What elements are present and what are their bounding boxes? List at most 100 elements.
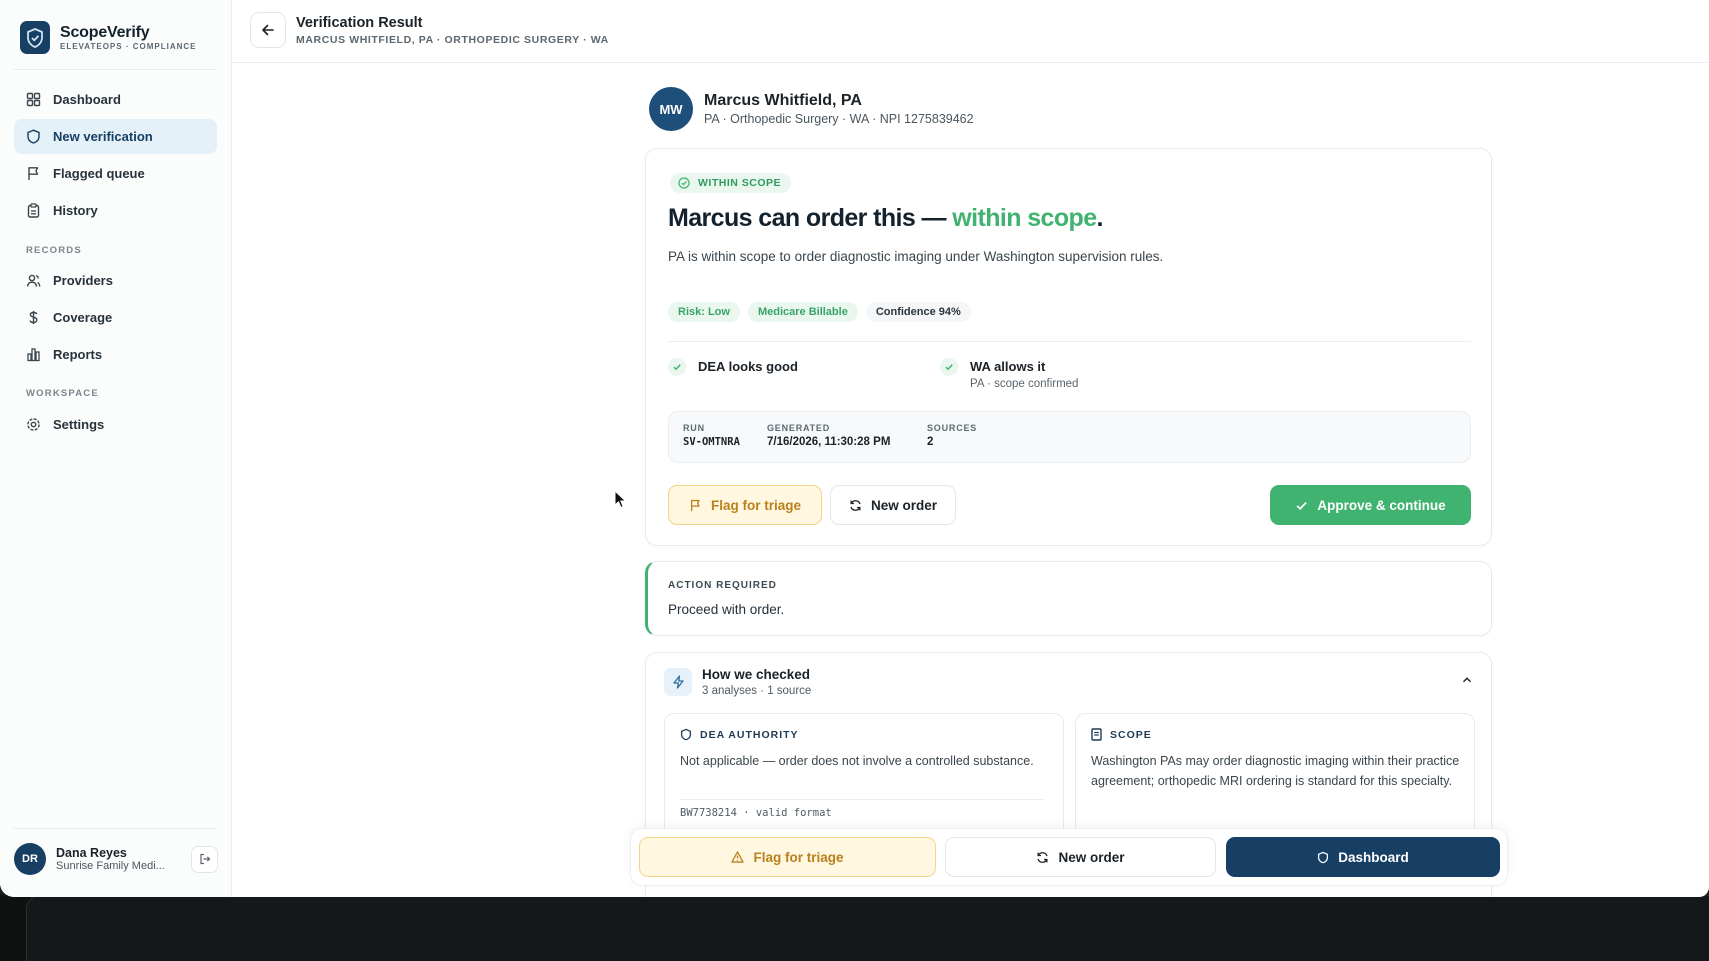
nav-label: Flagged queue [53, 166, 145, 181]
chevron-up-icon [1463, 677, 1471, 683]
button-label: New order [870, 497, 938, 513]
flag-icon [28, 167, 39, 180]
result-title: Marcus can order this — within scope. [668, 204, 1104, 233]
nav-item-flagged-queue[interactable]: Flagged queue [14, 156, 217, 191]
bottom-action-bar: Flag for triage New order Dashboard [630, 828, 1508, 886]
title-prefix: Marcus can order this — [668, 204, 953, 232]
grid-icon [26, 92, 41, 107]
result-pills: Risk: Low Medicare Billable Confidence 9… [668, 302, 979, 322]
button-label: Approve & continue [1317, 497, 1446, 513]
panel-label: SCOPE [1110, 728, 1152, 741]
user-profile[interactable]: DR Dana Reyes Sunrise Family Medi... [14, 842, 218, 876]
check-icon [668, 358, 686, 376]
run-metadata: RUN SV-OMTNRA GENERATED 7/16/2026, 11:30… [668, 411, 1471, 463]
lightning-icon [664, 668, 692, 696]
check-icon [940, 358, 958, 376]
check-title: DEA looks good [698, 359, 798, 374]
risk-pill: Risk: Low [668, 302, 740, 322]
nav-label: Settings [53, 417, 105, 432]
action-text: Proceed with order. [668, 602, 785, 617]
back-button[interactable] [250, 12, 286, 48]
user-name: Dana Reyes [56, 846, 127, 860]
bar-chart-icon [27, 348, 40, 362]
warning-icon [731, 851, 745, 863]
billable-pill: Medicare Billable [747, 302, 858, 322]
button-label: Dashboard [1338, 849, 1409, 865]
action-required-card: ACTION REQUIRED Proceed with order. [645, 561, 1492, 636]
arrow-left-icon [262, 24, 274, 36]
nav-label: Reports [53, 347, 103, 362]
panel-label: DEA AUTHORITY [700, 728, 799, 741]
panel-body: Washington PAs may order diagnostic imag… [1091, 754, 1460, 788]
nav-item-history[interactable]: History [14, 193, 217, 228]
flag-for-triage-button[interactable]: Flag for triage [668, 485, 822, 525]
dollar-icon [29, 311, 38, 324]
nav-item-reports[interactable]: Reports [14, 337, 217, 372]
check-dea: DEA looks good [668, 358, 798, 376]
desktop-background [0, 895, 1709, 961]
approve-continue-button[interactable]: Approve & continue [1270, 485, 1471, 525]
meta-label: GENERATED [767, 423, 831, 433]
nav-item-coverage[interactable]: Coverage [14, 300, 217, 335]
nav-label: Dashboard [53, 92, 121, 107]
status-badge-label: WITHIN SCOPE [698, 177, 782, 189]
nav-label: Coverage [53, 310, 113, 325]
divider [14, 828, 216, 829]
logout-button[interactable] [191, 845, 218, 873]
shield-icon [27, 129, 40, 144]
meta-value: 7/16/2026, 11:30:28 PM [767, 436, 891, 448]
panel-body: Not applicable — order does not involve … [680, 754, 1034, 768]
refresh-icon [850, 499, 861, 511]
nav-label: New verification [53, 129, 153, 144]
document-icon [1091, 728, 1102, 741]
check-icon [1296, 501, 1308, 510]
records-nav: Providers Coverage Reports [14, 263, 217, 374]
meta-label: RUN [683, 423, 705, 433]
scope-panel: SCOPE Washington PAs may order diagnosti… [1075, 713, 1475, 843]
sidebar: ScopeVerify ELEVATEOPS · COMPLIANCE Dash… [0, 0, 232, 897]
meta-value: SV-OMTNRA [683, 436, 740, 448]
panel-header: SCOPE [1091, 728, 1152, 741]
collapse-toggle[interactable] [1461, 673, 1473, 691]
new-order-button[interactable]: New order [945, 837, 1216, 877]
brand-subtitle: ELEVATEOPS · COMPLIANCE [60, 42, 197, 51]
panel-header: DEA AUTHORITY [680, 728, 799, 741]
page-title: Verification Result [296, 15, 423, 31]
brand[interactable]: ScopeVerify ELEVATEOPS · COMPLIANCE [20, 21, 197, 54]
user-org: Sunrise Family Medi... [56, 860, 165, 872]
provider-name: Marcus Whitfield, PA [704, 92, 862, 109]
users-icon [26, 274, 41, 287]
nav-label: History [53, 203, 98, 218]
action-label: ACTION REQUIRED [668, 580, 777, 591]
flag-for-triage-button[interactable]: Flag for triage [639, 837, 936, 877]
nav-item-providers[interactable]: Providers [14, 263, 217, 298]
mouse-cursor-icon [614, 490, 627, 509]
page-subtitle: MARCUS WHITFIELD, PA · ORTHOPEDIC SURGER… [296, 34, 609, 46]
result-card: WITHIN SCOPE Marcus can order this — wit… [645, 148, 1492, 546]
meta-label: SOURCES [927, 423, 978, 433]
shield-logo-icon [20, 21, 50, 54]
main-nav: Dashboard New verification Flagged queue… [14, 82, 217, 230]
divider [680, 799, 1045, 800]
page-header: Verification Result MARCUS WHITFIELD, PA… [232, 0, 1709, 63]
nav-item-new-verification[interactable]: New verification [14, 119, 217, 154]
nav-item-dashboard[interactable]: Dashboard [14, 82, 217, 117]
confidence-pill: Confidence 94% [865, 302, 971, 322]
provider-meta: PA · Orthopedic Surgery · WA · NPI 12758… [704, 112, 974, 126]
section-label-records: RECORDS [26, 245, 82, 256]
dea-authority-panel: DEA AUTHORITY Not applicable — order doe… [664, 713, 1064, 843]
button-label: Flag for triage [753, 849, 844, 865]
nav-label: Providers [53, 273, 113, 288]
status-badge: WITHIN SCOPE [670, 173, 792, 193]
section-subtitle: 3 analyses · 1 source [702, 685, 812, 697]
nav-item-settings[interactable]: Settings [14, 407, 217, 442]
gear-icon [27, 418, 40, 431]
shield-icon [680, 728, 692, 741]
check-title: WA allows it [970, 359, 1046, 374]
provider-avatar: MW [649, 87, 693, 131]
title-suffix: . [1096, 204, 1104, 232]
dashboard-button[interactable]: Dashboard [1226, 837, 1500, 877]
new-order-button[interactable]: New order [830, 485, 956, 525]
provider-header: MW Marcus Whitfield, PA PA · Orthopedic … [649, 87, 974, 131]
check-circle-icon [678, 177, 690, 189]
